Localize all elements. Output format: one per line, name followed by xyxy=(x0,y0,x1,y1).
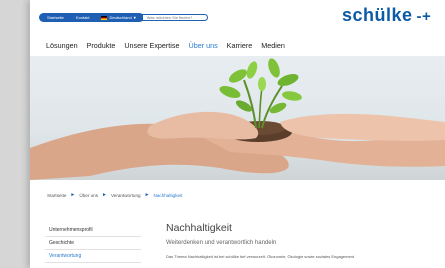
nav-item-ueber-uns[interactable]: Über uns xyxy=(189,41,218,50)
nav-item-karriere[interactable]: Karriere xyxy=(227,41,253,50)
utility-link-kontakt[interactable]: Kontakt xyxy=(70,15,96,20)
breadcrumb-item-verantwortung[interactable]: Verantwortung xyxy=(111,193,141,198)
brand-mark-icon: -+ xyxy=(416,8,432,25)
chevron-down-icon: ▾ xyxy=(133,15,136,20)
utility-pill: Startseite Kontakt Deutschland ▾ xyxy=(39,13,144,22)
country-label: Deutschland xyxy=(109,15,132,20)
page-subtitle: Weiterdenken und verantwortlich handeln xyxy=(166,240,277,246)
utility-bar: Startseite Kontakt Deutschland ▾ Was möch… xyxy=(39,13,208,22)
breadcrumb-item-current: Nachhaltigkeit xyxy=(153,192,183,198)
page-title: Nachhaltigkeit xyxy=(166,222,232,234)
main-nav: Lösungen Produkte Unsere Expertise Über … xyxy=(46,41,285,50)
brand-logo[interactable]: schülke -+ xyxy=(342,5,431,26)
section-sidebar-nav: Unternehmensprofil Geschichte Verantwort… xyxy=(45,224,141,263)
sidebar-item-verantwortung[interactable]: Verantwortung xyxy=(45,250,141,263)
nav-item-expertise[interactable]: Unsere Expertise xyxy=(124,41,179,50)
breadcrumb-item-startseite[interactable]: Startseite xyxy=(47,193,66,198)
country-selector[interactable]: Deutschland ▾ xyxy=(95,15,141,20)
hero-image xyxy=(30,56,445,180)
chevron-right-icon: ► xyxy=(102,192,107,198)
web-page: Startseite Kontakt Deutschland ▾ Was möch… xyxy=(30,0,445,268)
breadcrumb-item-ueber-uns[interactable]: Über uns xyxy=(79,193,98,198)
sidebar-item-geschichte[interactable]: Geschichte xyxy=(45,237,141,250)
search-input[interactable]: Was möchten Sie finden? xyxy=(141,14,208,21)
brand-wordmark: schülke xyxy=(342,5,413,25)
sidebar-item-unternehmensprofil[interactable]: Unternehmensprofil xyxy=(45,224,141,237)
utility-link-startseite[interactable]: Startseite xyxy=(41,15,70,20)
chevron-right-icon: ► xyxy=(144,192,150,198)
chevron-right-icon: ► xyxy=(70,192,76,198)
nav-item-medien[interactable]: Medien xyxy=(261,41,285,50)
germany-flag-icon xyxy=(101,15,108,20)
nav-item-produkte[interactable]: Produkte xyxy=(87,41,116,50)
page-intro-text: Das Thema Nachhaltigkeit ist bei schülke… xyxy=(166,254,355,259)
nav-item-loesungen[interactable]: Lösungen xyxy=(46,41,78,50)
breadcrumb: Startseite ► Über uns ► Verantwortung ► … xyxy=(47,192,182,198)
hands-seedling-illustration xyxy=(30,58,445,180)
